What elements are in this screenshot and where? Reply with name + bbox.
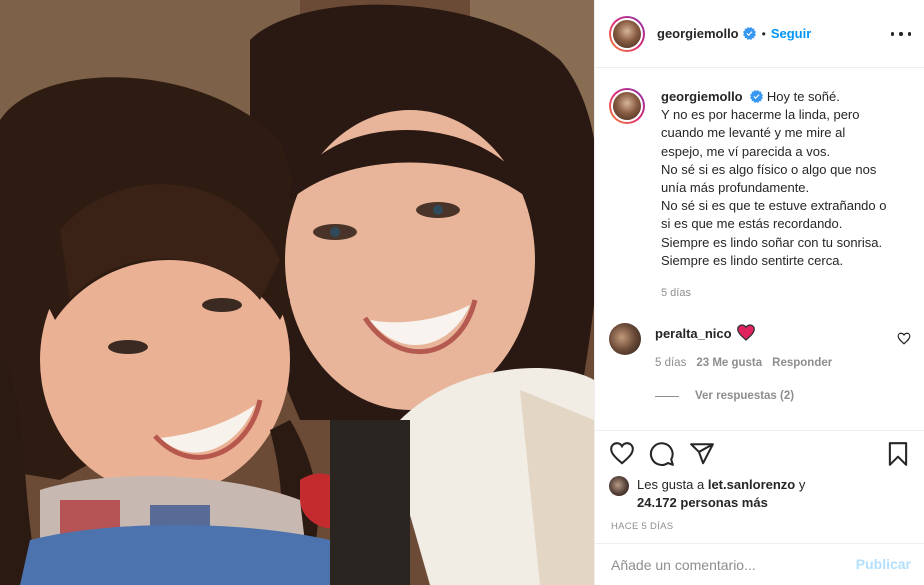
caption-line: Y no es por hacerme la linda, pero	[661, 107, 860, 123]
post-timestamp[interactable]: HACE 5 DÍAS	[611, 521, 673, 532]
post-header: georgiemollo • Seguir	[595, 0, 924, 68]
verified-icon	[750, 90, 764, 103]
caption-line: Siempre es lindo soñar con tu sonrisa.	[661, 234, 883, 250]
comment-input[interactable]	[611, 556, 851, 573]
action-bar	[609, 441, 911, 469]
caption-line: No sé si es que te estuve extrañando o	[661, 198, 887, 214]
likes-summary: Les gusta a let.sanlorenzo y 24.172 pers…	[609, 476, 805, 512]
likes-prefix: Les gusta a	[637, 477, 708, 492]
likes-middle: y	[795, 477, 806, 492]
share-icon[interactable]	[689, 441, 715, 467]
liker-username[interactable]: let.sanlorenzo	[708, 477, 795, 492]
author-username[interactable]: georgiemollo	[657, 26, 739, 41]
bookmark-icon[interactable]	[885, 441, 911, 467]
comment-icon[interactable]	[649, 441, 675, 467]
reply-button[interactable]: Responder	[772, 357, 832, 369]
caption-line: Siempre es lindo sentirte cerca.	[661, 252, 844, 268]
instagram-post: georgiemollo • Seguir georgiemollo Hoy t…	[0, 0, 924, 585]
separator-dot: •	[761, 26, 766, 41]
replies-line	[655, 395, 679, 397]
view-replies-button[interactable]: Ver respuestas (2)	[655, 390, 794, 402]
liker-avatar[interactable]	[609, 476, 629, 496]
author-avatar[interactable]	[609, 15, 645, 52]
caption-author-avatar[interactable]	[609, 88, 645, 124]
post-caption: georgiemollo Hoy te soñé. Y no es por ha…	[609, 88, 909, 270]
post-photo[interactable]	[0, 0, 594, 585]
more-options-icon[interactable]	[891, 24, 911, 44]
view-replies-label: Ver respuestas (2)	[695, 390, 795, 402]
caption-line: unía más profundamente.	[661, 180, 810, 196]
comment-meta: 5 días 23 Me gusta Responder	[655, 357, 832, 369]
caption-line: cuando me levanté y me mire al	[661, 125, 846, 141]
commenter-avatar[interactable]	[609, 323, 641, 355]
heart-icon[interactable]	[609, 441, 635, 467]
caption-username[interactable]: georgiemollo	[661, 89, 743, 104]
caption-line: No sé si es algo físico o algo que nos	[661, 161, 877, 177]
commenter-username[interactable]: peralta_nico	[655, 326, 732, 341]
photo-illustration	[0, 0, 594, 585]
caption-line: Hoy te soñé.	[766, 89, 840, 104]
follow-button[interactable]: Seguir	[771, 26, 811, 41]
caption-line: si es que me estás recordando.	[661, 216, 843, 232]
likes-count[interactable]: 24.172 personas más	[637, 495, 768, 510]
comment-like-heart-icon[interactable]	[897, 332, 911, 345]
heart-emoji-icon	[737, 324, 755, 341]
caption-avatar-photo	[611, 90, 643, 122]
post-side-panel: georgiemollo • Seguir georgiemollo Hoy t…	[594, 0, 924, 585]
add-comment-bar: Publicar	[595, 543, 924, 585]
post-actions-section: Les gusta a let.sanlorenzo y 24.172 pers…	[595, 430, 924, 542]
publish-button[interactable]: Publicar	[856, 556, 911, 572]
caption-text: georgiemollo Hoy te soñé. Y no es por ha…	[661, 88, 909, 270]
caption-line: espejo, me ví parecida a vos.	[661, 143, 831, 159]
author-avatar-photo	[611, 17, 643, 50]
comment-time[interactable]: 5 días	[655, 357, 686, 369]
caption-time[interactable]: 5 días	[661, 287, 691, 299]
verified-icon	[742, 27, 756, 40]
likes-text: Les gusta a let.sanlorenzo y 24.172 pers…	[637, 476, 805, 512]
comment-likes[interactable]: 23 Me gusta	[696, 357, 762, 369]
